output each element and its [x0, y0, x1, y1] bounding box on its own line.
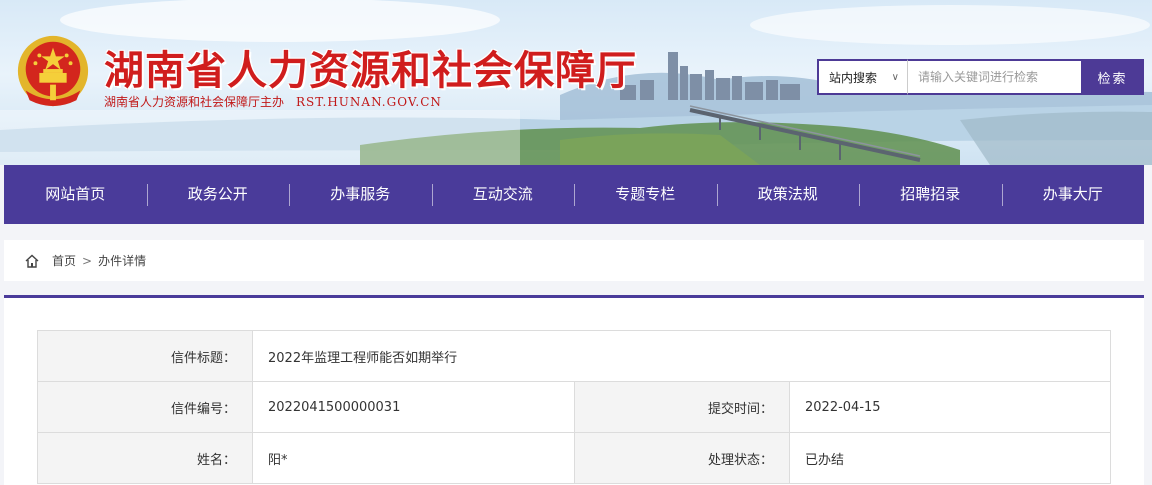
submit-time-value: 2022-04-15: [789, 381, 1111, 433]
status-label: 处理状态：: [574, 432, 790, 484]
status-value: 已办结: [789, 432, 1111, 484]
site-domain: RST.HUNAN.GOV.CN: [296, 95, 442, 109]
breadcrumb-current: 办件详情: [98, 254, 147, 268]
site-sponsor: 湖南省人力资源和社会保障厅主办: [104, 95, 285, 109]
search-button[interactable]: 检索: [1081, 59, 1144, 95]
site-title: 湖南省人力资源和社会保障厅: [104, 48, 637, 94]
national-emblem-icon: [17, 35, 89, 107]
breadcrumb: 首页 > 办件详情: [4, 240, 1144, 281]
nav-item-government-affairs[interactable]: 政务公开: [146, 165, 290, 224]
search-scope-label: 站内搜索: [829, 70, 878, 85]
header-banner: 湖南省人力资源和社会保障厅 湖南省人力资源和社会保障厅主办 RST.HUNAN.G…: [0, 0, 1152, 165]
chevron-down-icon: ∨: [891, 71, 899, 83]
letter-detail-panel: 信件标题： 2022年监理工程师能否如期举行 信件编号： 20220415000…: [4, 295, 1144, 485]
site-subtitle: 湖南省人力资源和社会保障厅主办 RST.HUNAN.GOV.CN: [104, 93, 442, 110]
letter-number-label: 信件编号：: [37, 381, 253, 433]
name-value: 阳*: [252, 432, 575, 484]
table-row: 信件标题： 2022年监理工程师能否如期举行: [37, 330, 1111, 382]
nav-item-interaction[interactable]: 互动交流: [431, 165, 575, 224]
home-icon[interactable]: [24, 253, 40, 269]
search-input[interactable]: [907, 59, 1081, 95]
nav-item-topics[interactable]: 专题专栏: [574, 165, 717, 224]
name-label: 姓名：: [37, 432, 253, 484]
letter-number-value: 2022041500000031: [252, 381, 575, 433]
nav-item-services[interactable]: 办事服务: [289, 165, 432, 224]
letter-title-value: 2022年监理工程师能否如期举行: [252, 330, 1111, 382]
nav-item-recruitment[interactable]: 招聘招录: [859, 165, 1002, 224]
nav-item-policies[interactable]: 政策法规: [716, 165, 860, 224]
submit-time-label: 提交时间：: [574, 381, 790, 433]
breadcrumb-home-link[interactable]: 首页: [52, 252, 76, 269]
breadcrumb-separator: >: [82, 253, 93, 268]
table-row: 信件编号： 2022041500000031 提交时间： 2022-04-15: [37, 381, 1111, 433]
search-scope-select[interactable]: 站内搜索 ∨: [817, 59, 907, 95]
nav-item-home[interactable]: 网站首页: [4, 165, 147, 224]
table-row: 姓名： 阳* 处理状态： 已办结: [37, 432, 1111, 484]
letter-title-label: 信件标题：: [37, 330, 253, 382]
letter-info-table: 信件标题： 2022年监理工程师能否如期举行 信件编号： 20220415000…: [37, 330, 1111, 484]
site-search: 站内搜索 ∨ 检索: [817, 59, 1144, 95]
main-nav: 网站首页 政务公开 办事服务 互动交流 专题专栏 政策法规 招聘招录 办事大厅: [4, 165, 1144, 224]
nav-item-service-hall[interactable]: 办事大厅: [1001, 165, 1145, 224]
